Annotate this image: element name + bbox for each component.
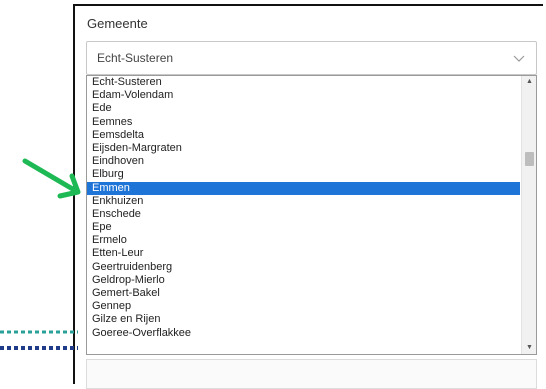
chevron-down-icon xyxy=(513,55,525,62)
field-label: Gemeente xyxy=(87,16,148,31)
dropdown-option[interactable]: Edam-Volendam xyxy=(87,89,520,102)
dropdown-option[interactable]: Emmen xyxy=(87,181,520,195)
scroll-thumb[interactable] xyxy=(525,152,534,166)
dropdown-option[interactable]: Ermelo xyxy=(87,234,520,247)
dropdown-option[interactable]: Gemert-Bakel xyxy=(87,287,520,300)
dropdown-option[interactable]: Goeree-Overflakkee xyxy=(87,327,520,340)
dropdown-option[interactable]: Echt-Susteren xyxy=(87,76,520,89)
municipality-form-panel: Gemeente Echt-Susteren Echt-Susteren Edam… xyxy=(73,4,543,389)
dropdown-option[interactable]: Epe xyxy=(87,221,520,234)
dropdown-option[interactable]: Enkhuizen xyxy=(87,195,520,208)
dotted-connector xyxy=(0,330,78,350)
dropdown-option[interactable]: Geertruidenberg xyxy=(87,261,520,274)
next-field[interactable] xyxy=(86,359,537,389)
municipality-listbox[interactable]: Echt-Susteren Edam-Volendam Ede Eemnes Eemsd… xyxy=(86,75,537,355)
arrow-pointer-icon xyxy=(22,158,81,199)
dropdown-option[interactable]: Elburg xyxy=(87,168,520,181)
scroll-down-icon[interactable]: ▼ xyxy=(522,342,536,354)
scrollbar[interactable]: ▲ ▼ xyxy=(521,76,536,354)
dropdown-option[interactable]: Eindhoven xyxy=(87,155,520,168)
options-list: Echt-Susteren Edam-Volendam Ede Eemnes Eemsd… xyxy=(87,76,520,340)
dropdown-option[interactable]: Etten-Leur xyxy=(87,247,520,260)
select-value: Echt-Susteren xyxy=(97,51,174,65)
dropdown-option[interactable]: Eemsdelta xyxy=(87,129,520,142)
dropdown-option[interactable]: Geldrop-Mierlo xyxy=(87,274,520,287)
municipality-select[interactable]: Echt-Susteren xyxy=(86,41,537,75)
dropdown-option[interactable]: Eijsden-Margraten xyxy=(87,142,520,155)
dropdown-option[interactable]: Ede xyxy=(87,102,520,115)
scroll-up-icon[interactable]: ▲ xyxy=(522,76,536,88)
dropdown-option[interactable]: Gennep xyxy=(87,300,520,313)
dropdown-option[interactable]: Enschede xyxy=(87,208,520,221)
dropdown-option[interactable]: Gilze en Rijen xyxy=(87,313,520,326)
dropdown-option[interactable]: Eemnes xyxy=(87,116,520,129)
